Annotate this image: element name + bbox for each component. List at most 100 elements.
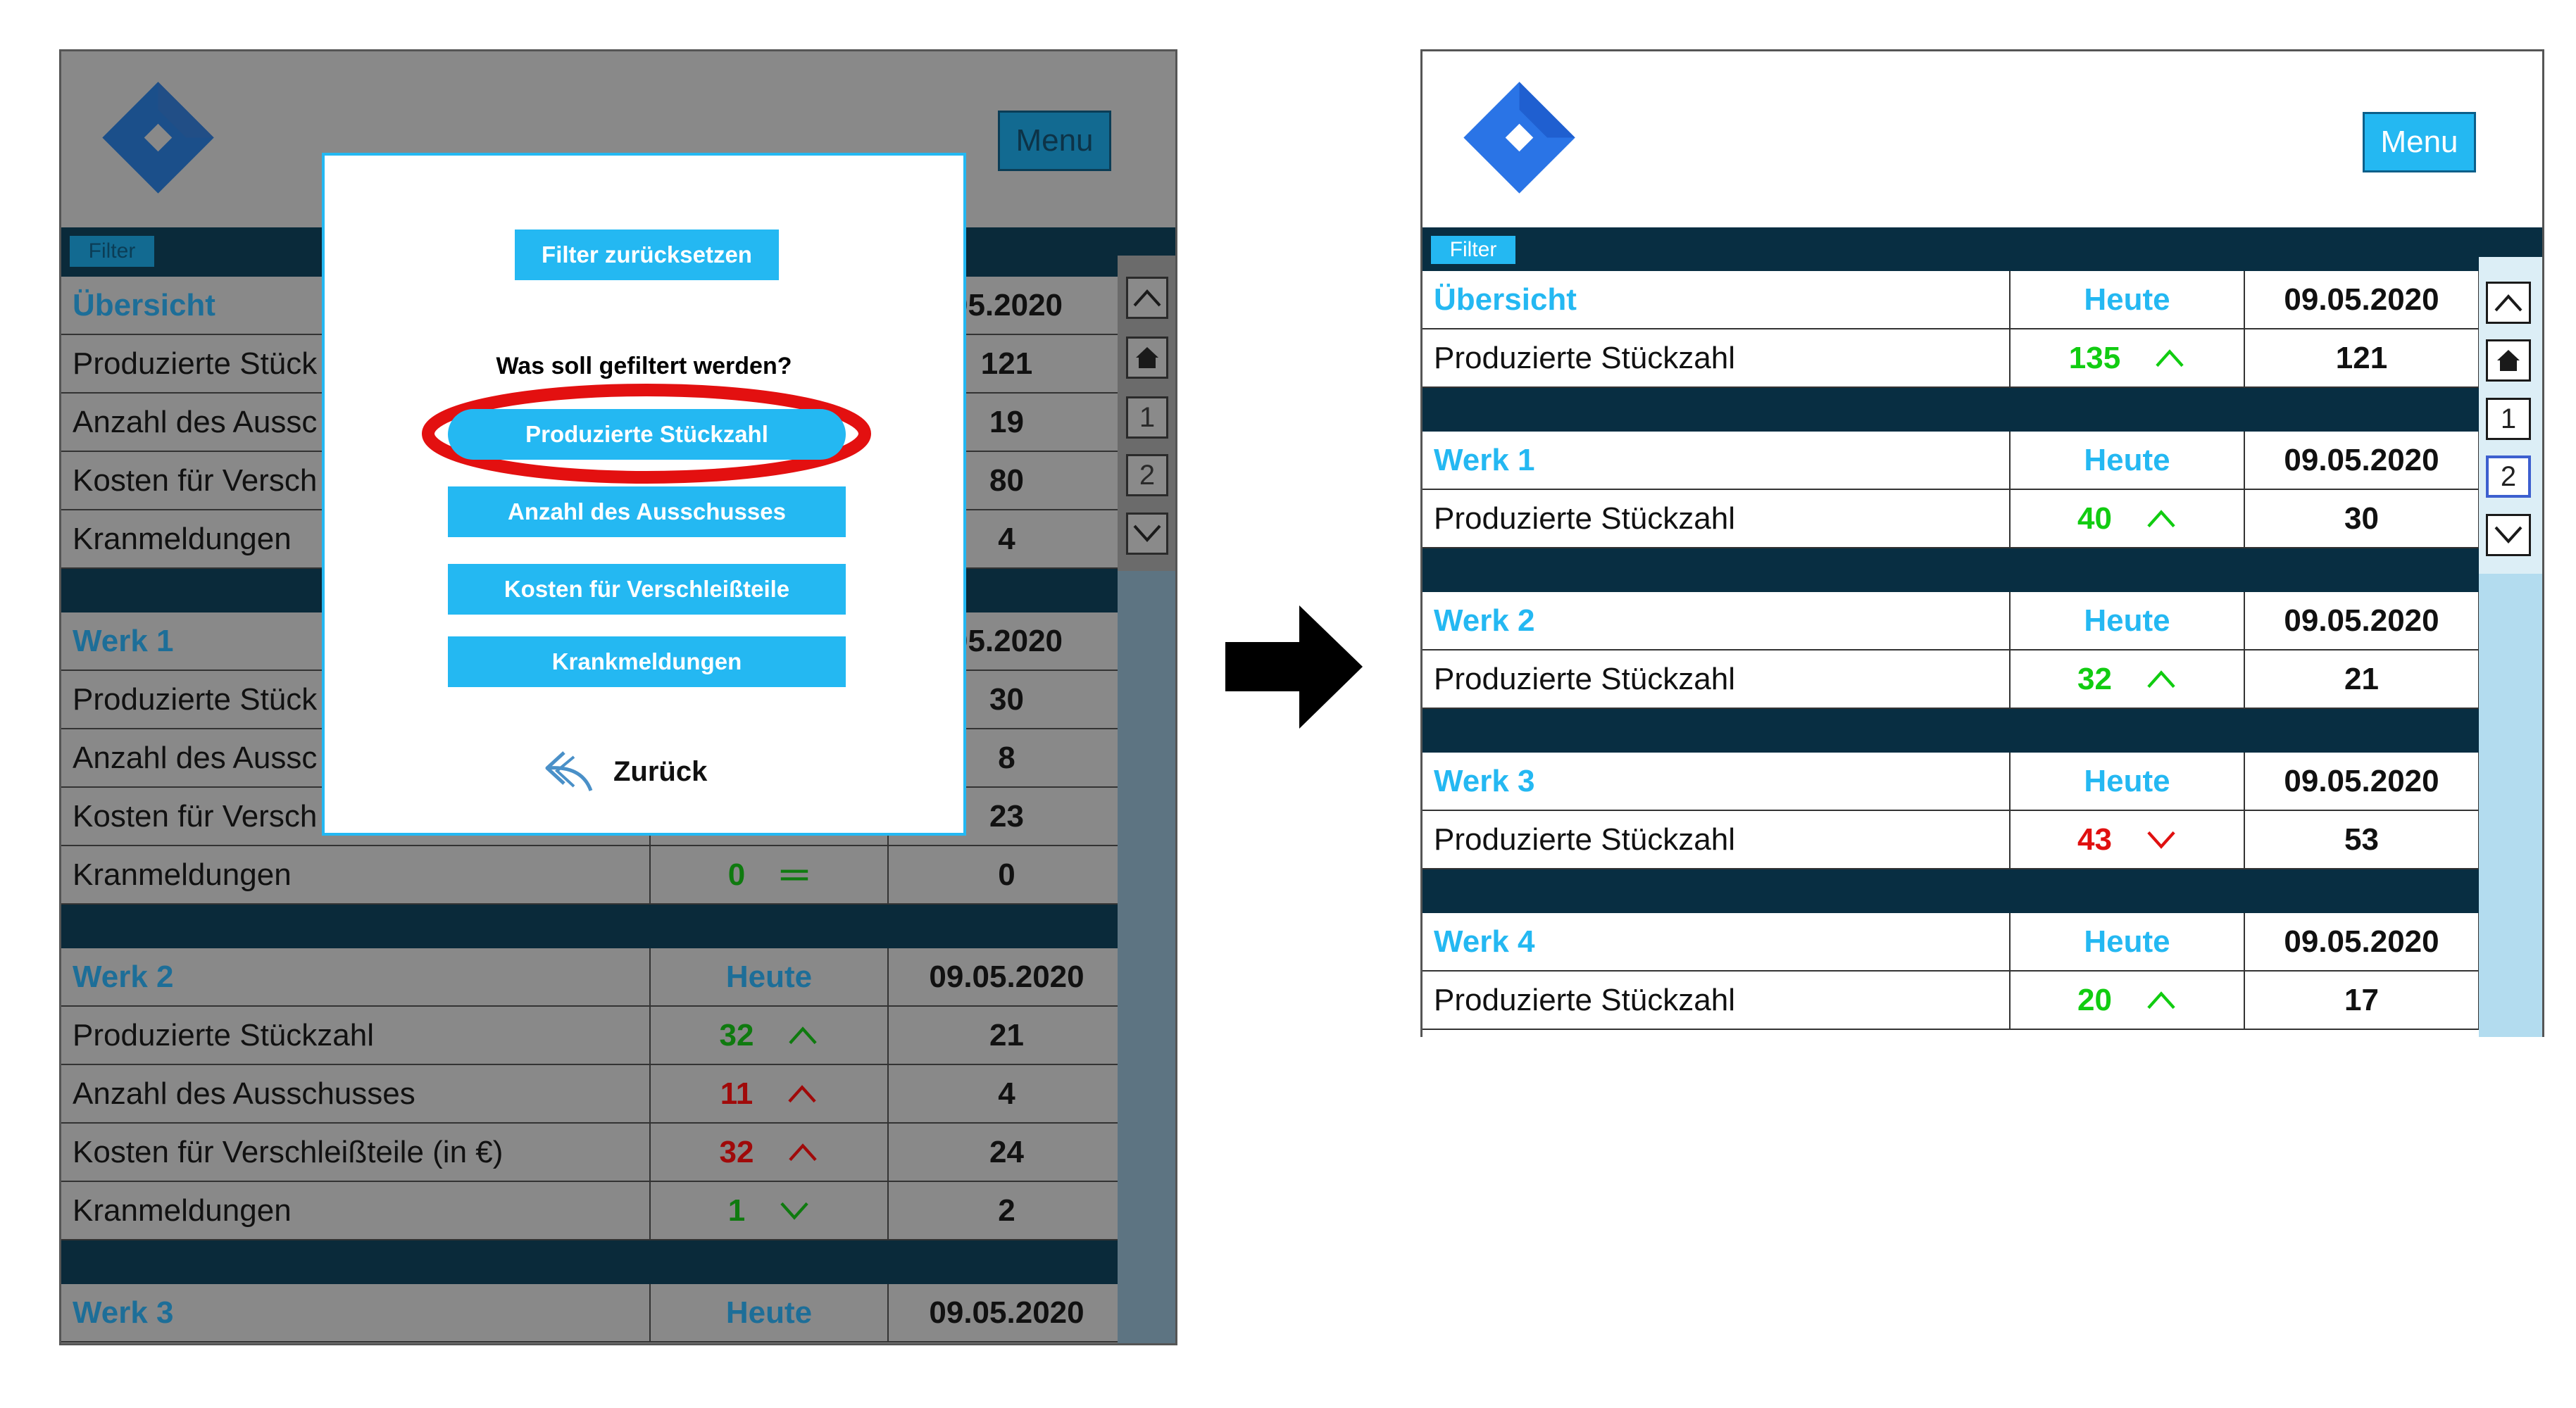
date-value: 24 <box>889 1124 1126 1182</box>
section-title: Werk 3 <box>1423 753 2011 811</box>
filter-bar: Filter <box>1423 227 2542 271</box>
section-header-row: Übersicht Heute 09.05.2020 <box>1423 271 2480 329</box>
page-2-button[interactable]: 2 <box>1126 454 1168 496</box>
row-label-text: Produzierte Stückzahl <box>1434 340 1735 375</box>
today-value-text: 40 <box>2077 501 2112 536</box>
section-separator <box>1423 388 2542 432</box>
option-scrap-count[interactable]: Anzahl des Ausschusses <box>448 486 846 537</box>
trend-down-icon <box>2147 831 2175 849</box>
trend-up-icon <box>789 1143 818 1161</box>
date-header-text: 09.05.2020 <box>2284 282 2439 317</box>
filter-button[interactable]: Filter <box>70 236 154 267</box>
trend-down-icon <box>780 1202 808 1220</box>
today-value: 32 <box>651 1124 889 1182</box>
table-row[interactable]: Produzierte Stückzahl 43 53 <box>1423 811 2480 869</box>
section-header-row: Werk 3 Heute 09.05.2020 <box>1423 753 2480 811</box>
back-arrow-icon <box>545 751 593 791</box>
section-header-row: Werk 3 Heute 09.05.2020 <box>61 1284 1126 1343</box>
date-value: 0 <box>889 846 1126 905</box>
page-1-button[interactable]: 1 <box>2486 398 2531 440</box>
logo-icon <box>102 82 214 194</box>
row-label-text: Produzierte Stückzahl <box>1434 982 1735 1017</box>
option-produced-quantity[interactable]: Produzierte Stückzahl <box>448 409 846 460</box>
menu-button[interactable]: Menu <box>998 111 1111 171</box>
today-value-text: 11 <box>720 1076 754 1111</box>
date-value-text: 21 <box>989 1017 1024 1052</box>
table-row[interactable]: Kranmeldungen 0 0 <box>61 846 1126 905</box>
today-header: Heute <box>2011 913 2245 972</box>
row-label-text: Anzahl des Ausschusses <box>73 1076 415 1111</box>
date-header-text: 05.2020 <box>950 287 1063 322</box>
today-header: Heute <box>2011 432 2245 490</box>
page-1-button[interactable]: 1 <box>1126 396 1168 439</box>
section-title-text: Werk 4 <box>1434 924 1535 959</box>
row-label: Produzierte Stückzahl <box>61 1007 651 1065</box>
section-separator <box>1423 869 2542 913</box>
row-label-text: Produzierte Stück <box>73 681 318 717</box>
table-row[interactable]: Produzierte Stückzahl 40 30 <box>1423 490 2480 548</box>
table-row[interactable]: Kranmeldungen 1 2 <box>61 1182 1126 1240</box>
table-row[interactable]: Produzierte Stückzahl 32 21 <box>61 1007 1126 1065</box>
date-header: 09.05.2020 <box>889 948 1126 1007</box>
today-header: Heute <box>2011 753 2245 811</box>
section-header-row: Werk 1 Heute 09.05.2020 <box>1423 432 2480 490</box>
home-button[interactable] <box>2486 339 2531 382</box>
date-value-text: 4 <box>998 1076 1015 1111</box>
trend-up-icon <box>789 1026 818 1044</box>
row-label-text: Kranmeldungen <box>73 857 292 892</box>
today-header-text: Heute <box>2084 763 2170 798</box>
row-label-text: Anzahl des Aussc <box>73 404 318 439</box>
today-header: Heute <box>651 948 889 1007</box>
option-sick-reports[interactable]: Krankmeldungen <box>448 636 846 687</box>
row-label: Kranmeldungen <box>61 846 651 905</box>
today-header-text: Heute <box>725 959 813 994</box>
date-header: 09.05.2020 <box>2245 753 2480 811</box>
back-button[interactable]: Zurück <box>543 747 707 796</box>
today-value-text: 43 <box>2077 822 2112 857</box>
chevron-down-icon <box>1133 524 1161 542</box>
row-label: Produzierte Stückzahl <box>1423 811 2011 869</box>
today-header-text: Heute <box>2084 924 2170 959</box>
row-label: Kranmeldungen <box>61 1182 651 1240</box>
row-label: Produzierte Stückzahl <box>1423 972 2011 1030</box>
filter-button[interactable]: Filter <box>1431 236 1515 264</box>
row-label: Kosten für Verschleißteile (in €) <box>61 1124 651 1182</box>
date-value: 4 <box>889 1065 1126 1124</box>
page-2-button[interactable]: 2 <box>2486 455 2531 498</box>
reset-filter-button[interactable]: Filter zurücksetzen <box>515 230 779 280</box>
scroll-up-button[interactable] <box>2486 282 2531 324</box>
table-row[interactable]: Produzierte Stückzahl 20 17 <box>1423 972 2480 1030</box>
today-value-text: 1 <box>727 1193 746 1228</box>
date-value-text: 4 <box>998 521 1015 556</box>
home-button[interactable] <box>1126 337 1168 379</box>
today-value: 32 <box>651 1007 889 1065</box>
date-header-text: 09.05.2020 <box>929 1295 1084 1330</box>
date-header-text: 09.05.2020 <box>2284 442 2439 477</box>
table-row[interactable]: Produzierte Stückzahl 32 21 <box>1423 650 2480 709</box>
section-title-text: Übersicht <box>1434 282 1577 317</box>
option-wear-parts-cost[interactable]: Kosten für Verschleißteile <box>448 564 846 615</box>
today-value-text: 32 <box>719 1134 754 1169</box>
row-label-text: Produzierte Stückzahl <box>1434 822 1735 857</box>
date-header-text: 05.2020 <box>950 623 1063 658</box>
date-value: 21 <box>889 1007 1126 1065</box>
date-header-text: 09.05.2020 <box>929 959 1084 994</box>
today-header: Heute <box>2011 592 2245 650</box>
date-value-text: 121 <box>980 346 1033 381</box>
row-label-text: Kosten für Versch <box>73 463 318 498</box>
scroll-down-button[interactable] <box>2486 514 2531 556</box>
today-value: 32 <box>2011 650 2245 709</box>
scroll-down-button[interactable] <box>1126 513 1168 555</box>
today-value-text: 135 <box>2068 340 2121 375</box>
today-value-text: 32 <box>719 1017 754 1052</box>
table-row[interactable]: Produzierte Stückzahl 135 121 <box>1423 329 2480 388</box>
table-row[interactable]: Kosten für Verschleißteile (in €) 32 24 <box>61 1124 1126 1182</box>
section-title: Werk 2 <box>1423 592 2011 650</box>
trend-up-icon <box>2147 991 2175 1009</box>
date-value-text: 30 <box>989 681 1024 717</box>
scroll-up-button[interactable] <box>1126 277 1168 319</box>
menu-button[interactable]: Menu <box>2363 112 2476 172</box>
table-row[interactable]: Anzahl des Ausschusses 11 4 <box>61 1065 1126 1124</box>
date-header: 09.05.2020 <box>889 1284 1126 1343</box>
row-label-text: Produzierte Stückzahl <box>1434 501 1735 536</box>
